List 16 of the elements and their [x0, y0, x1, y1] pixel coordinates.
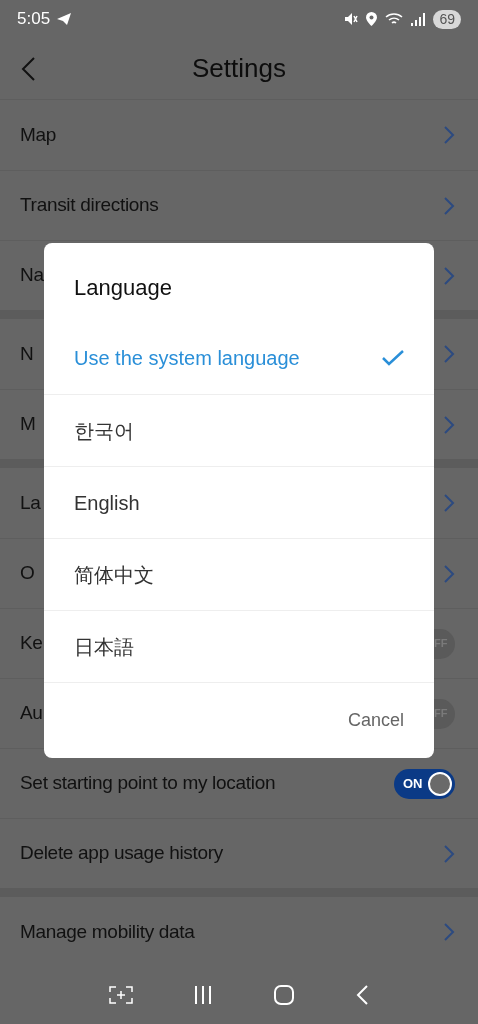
page-title: Settings — [192, 52, 286, 85]
battery-indicator: 69 — [433, 9, 461, 29]
row-label: Map — [20, 122, 57, 147]
dialog-title: Language — [73, 274, 172, 302]
row-label: O — [20, 561, 35, 586]
row-label: Na — [20, 263, 44, 288]
row-label: Delete app usage history — [20, 841, 223, 866]
row-label: N — [20, 341, 34, 366]
row-label: M — [20, 412, 36, 437]
row-label: Transit directions — [20, 193, 159, 218]
row-label: Set starting point to my location — [20, 771, 276, 796]
row-label: La — [20, 490, 41, 515]
status-time: 5:05 — [17, 8, 51, 31]
row-label: Ke — [20, 631, 43, 656]
row-label: Manage mobility data — [20, 919, 195, 944]
row-label: Au — [20, 701, 43, 726]
